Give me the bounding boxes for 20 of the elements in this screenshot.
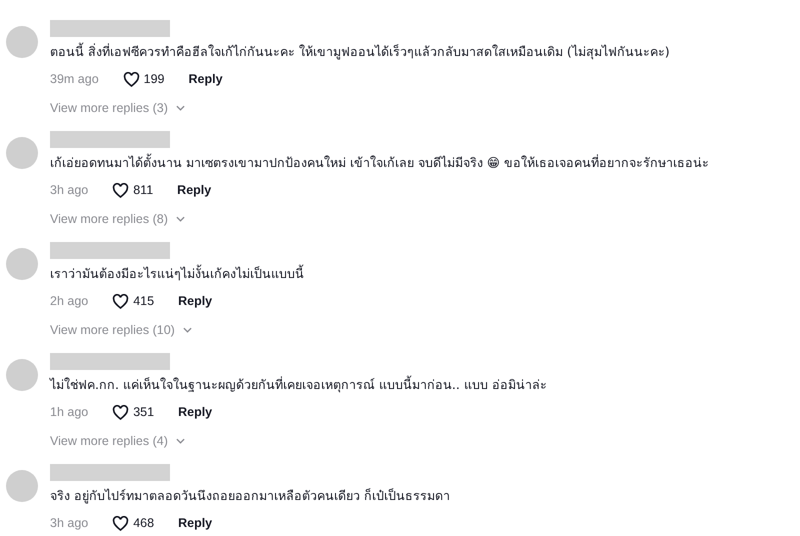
timestamp: 2h ago xyxy=(50,293,88,310)
reply-button[interactable]: Reply xyxy=(178,514,212,534)
timestamp: 3h ago xyxy=(50,182,88,200)
comment-text: จริง อยู่กับไปร์ทมาตลอดวันนึงถอยออกมาเหลือตัวคนเดียว ก็เป๋เป็นธรรมดา xyxy=(50,487,450,506)
reply-button[interactable]: Reply xyxy=(177,181,212,200)
like-count: 199 xyxy=(144,71,165,88)
like-count: 468 xyxy=(133,515,154,532)
comment-text: ตอนนี้ สิ่งที่เอฟซีควรทำคือฮีลใจเก้ไก่กันนะคะ ให้เขามูฟออนได้เร็วๆแล้วกลับมาสดใสเหมือนเดิม (ไม่สุมไฟกันนะคะ) xyxy=(50,43,670,62)
like-count: 415 xyxy=(133,293,154,310)
reply-button[interactable]: Reply xyxy=(188,70,223,90)
timestamp: 3h ago xyxy=(50,515,88,532)
timestamp: 1h ago xyxy=(50,404,88,422)
comment-text: เก้เอ่ยอดทนมาได้ตั้งนาน มาเซตรงเขามาปกป้องคนใหม่ เข้าใจเก้เลย จบดีไม่มีจริง 😁 ขอให้เธอเจอคนที่อยากจะรักษาเธอน่ะ xyxy=(50,154,709,172)
comment-text: เราว่ามันต้องมีอะไรแน่ๆไม่งั้นเก้คงไม่เป็นแบบนี้ xyxy=(50,265,304,283)
comment-text: ไม่ใช่ฟค.กก. แค่เห็นใจในฐานะผญด้วยกันที่เคยเจอเหตุการณ์ แบบนี้มาก่อน.. แบบ อ่อมิน่าล่ะ xyxy=(50,376,547,394)
like-count: 351 xyxy=(133,404,154,422)
reply-button[interactable]: Reply xyxy=(178,403,212,422)
reply-button[interactable]: Reply xyxy=(178,292,212,312)
timestamp: 39m ago xyxy=(50,71,99,88)
like-count: 811 xyxy=(133,182,154,200)
